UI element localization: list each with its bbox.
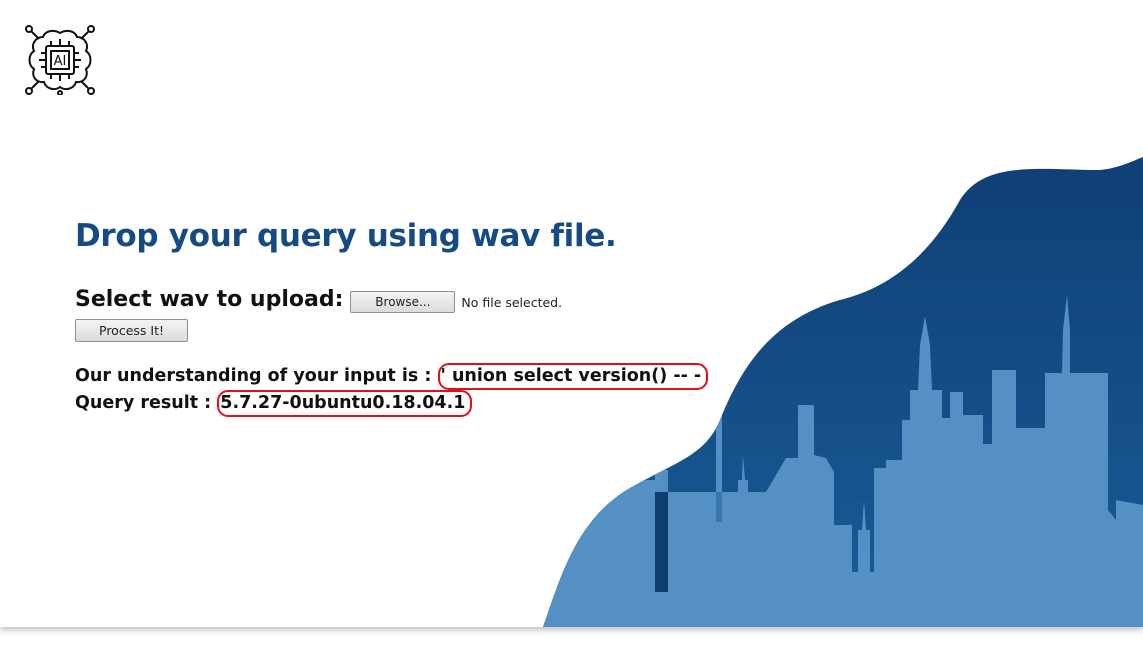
understanding-value: ' union select version() -- - xyxy=(437,363,709,390)
page-card: AI Drop your query using wav file. Selec… xyxy=(0,0,1143,627)
understanding-line: Our understanding of your input is : ' u… xyxy=(75,363,715,390)
process-button[interactable]: Process It! xyxy=(75,319,188,342)
ai-chip-brain-icon: AI xyxy=(25,25,95,95)
upload-row: Select wav to upload: Browse... No file … xyxy=(75,284,715,314)
logo-text: AI xyxy=(54,54,67,69)
understanding-label: Our understanding of your input is : xyxy=(75,366,432,386)
result-block: Our understanding of your input is : ' u… xyxy=(75,363,715,417)
query-result-label: Query result : xyxy=(75,393,212,413)
query-result-line: Query result : 5.7.27-0ubuntu0.18.04.1 xyxy=(75,390,715,417)
file-status-text: No file selected. xyxy=(461,294,563,310)
browse-button[interactable]: Browse... xyxy=(350,291,456,313)
upload-section: Drop your query using wav file. Select w… xyxy=(75,212,715,417)
upload-label: Select wav to upload: xyxy=(75,286,344,312)
page-title: Drop your query using wav file. xyxy=(75,218,617,254)
query-result-value: 5.7.27-0ubuntu0.18.04.1 xyxy=(217,390,473,417)
